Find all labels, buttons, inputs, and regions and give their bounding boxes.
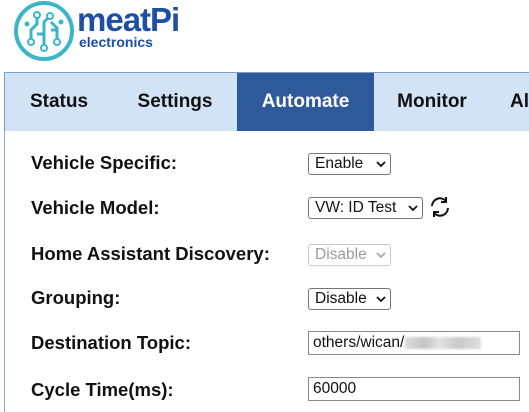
cycle-time-value: 60000 xyxy=(313,380,357,397)
grouping-select[interactable]: Disable xyxy=(308,288,391,310)
destination-topic-input[interactable]: others/wican/ xyxy=(308,331,520,355)
circuit-brain-icon xyxy=(14,1,74,61)
tab-settings[interactable]: Settings xyxy=(113,73,237,131)
vehicle-specific-label: Vehicle Specific: xyxy=(31,152,178,173)
ha-discovery-label: Home Assistant Discovery: xyxy=(31,243,270,264)
grouping-label: Grouping: xyxy=(31,287,121,308)
chevron-down-icon xyxy=(376,161,386,168)
app-window: meatPi electronics Status Settings Autom… xyxy=(0,0,529,412)
vehicle-specific-value: Enable xyxy=(315,155,364,172)
grouping-value: Disable xyxy=(315,290,367,307)
refresh-icon[interactable] xyxy=(428,195,452,219)
vehicle-model-value: VW: ID Test xyxy=(315,199,397,216)
vehicle-model-select[interactable]: VW: ID Test xyxy=(308,197,423,219)
cycle-time-input[interactable]: 60000 xyxy=(308,377,520,401)
destination-topic-value: others/wican/ xyxy=(313,334,405,351)
ha-discovery-select: Disable xyxy=(308,244,391,266)
tab-monitor[interactable]: Monitor xyxy=(374,73,490,131)
vehicle-specific-select[interactable]: Enable xyxy=(308,153,391,175)
chevron-down-icon xyxy=(408,205,418,212)
main-tab-bar: Status Settings Automate Monitor Al xyxy=(4,72,529,132)
brand-tagline: electronics xyxy=(79,34,153,50)
cycle-time-label: Cycle Time(ms): xyxy=(31,379,174,400)
tab-about[interactable]: Al xyxy=(490,73,529,131)
redacted-text xyxy=(405,336,482,349)
vehicle-model-label: Vehicle Model: xyxy=(31,197,160,218)
ha-discovery-value: Disable xyxy=(315,246,367,263)
destination-topic-label: Destination Topic: xyxy=(31,332,191,353)
brand-name: meatPi xyxy=(77,1,180,38)
chevron-down-icon xyxy=(376,252,386,259)
tab-automate[interactable]: Automate xyxy=(237,73,374,131)
tab-status[interactable]: Status xyxy=(5,73,113,131)
brand-logo[interactable]: meatPi electronics xyxy=(13,0,193,62)
chevron-down-icon xyxy=(376,296,386,303)
